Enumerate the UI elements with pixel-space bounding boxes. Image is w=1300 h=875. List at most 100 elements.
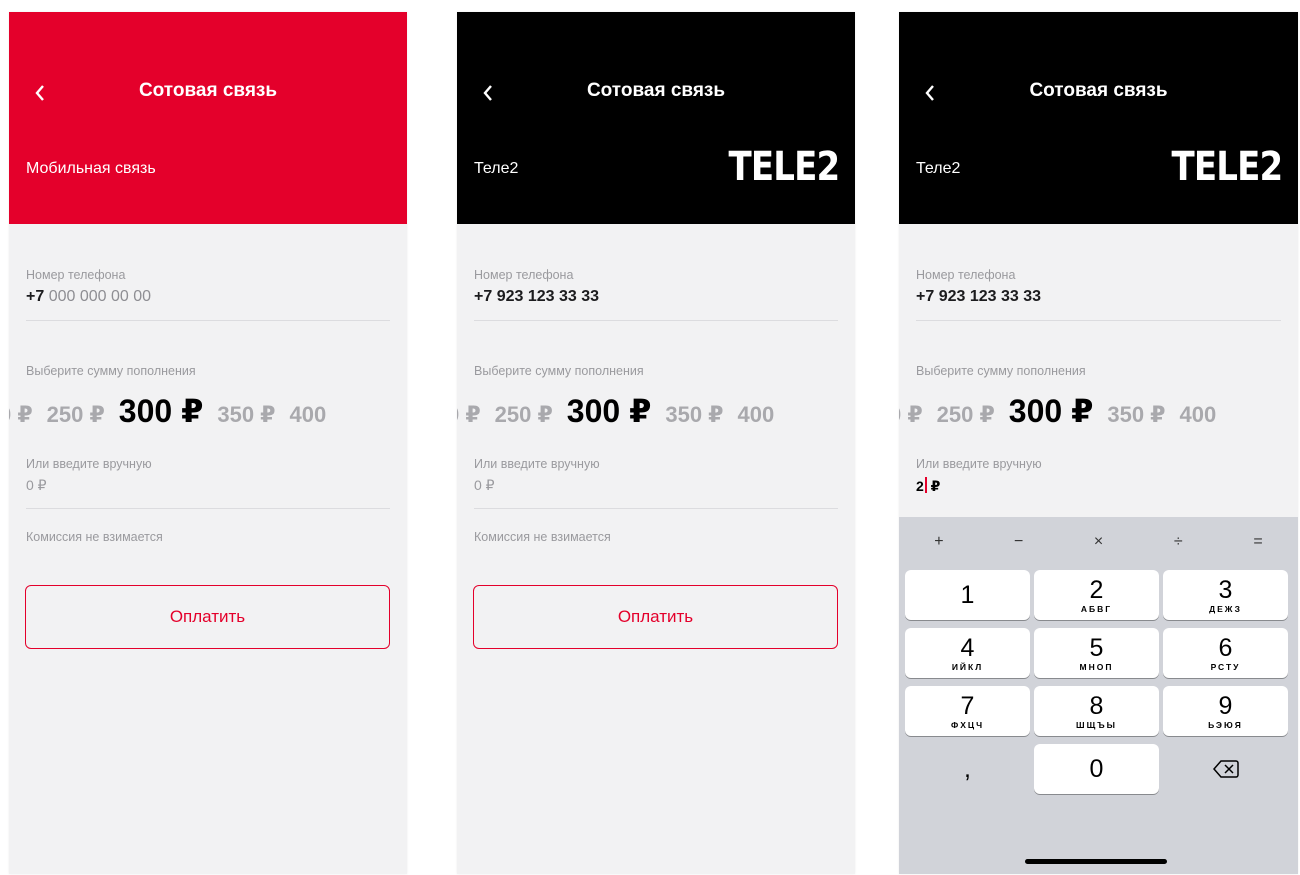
key-digit: 1 — [960, 580, 975, 609]
phone-code: +7 — [26, 288, 45, 305]
operator-name: Теле2 — [916, 160, 961, 177]
pay-button[interactable]: Оплатить — [473, 585, 838, 649]
divider — [26, 320, 390, 321]
manual-amount-input[interactable]: 0 ₽ — [474, 477, 495, 494]
manual-digit: 2 — [916, 478, 924, 494]
amount-option-selected[interactable]: 300 ₽ — [1009, 392, 1094, 430]
phone-placeholder: 000 000 00 00 — [44, 288, 152, 305]
home-indicator — [1025, 859, 1167, 864]
amount-option-selected[interactable]: 300 ₽ — [567, 392, 652, 430]
equals-key[interactable]: = — [1238, 533, 1278, 551]
amount-option[interactable]: 250 ₽ — [47, 402, 105, 428]
amount-option[interactable]: 0 ₽ — [457, 402, 481, 428]
key-0[interactable]: 0 — [1034, 744, 1159, 794]
manual-amount-input[interactable]: 0 ₽ — [26, 477, 47, 494]
phone-label: Номер телефона — [26, 268, 126, 282]
phone-label: Номер телефона — [916, 268, 1016, 282]
amount-option[interactable]: 250 ₽ — [937, 402, 995, 428]
divider — [474, 508, 838, 509]
amount-carousel[interactable]: 0 ₽ 250 ₽ 300 ₽ 350 ₽ 400 — [457, 392, 788, 430]
key-digit: , — [964, 755, 971, 783]
plus-key[interactable]: + — [919, 533, 959, 551]
key-7[interactable]: 7 ФХЦЧ — [905, 686, 1030, 736]
amount-label: Выберите сумму пополнения — [916, 364, 1086, 378]
key-letters: ИЙКЛ — [951, 661, 984, 672]
amount-carousel[interactable]: 0 ₽ 250 ₽ 300 ₽ 350 ₽ 400 — [899, 392, 1230, 430]
phone-input[interactable]: +7 923 123 33 33 — [474, 288, 599, 306]
amount-label: Выберите сумму пополнения — [474, 364, 644, 378]
page-title: Сотовая связь — [586, 80, 726, 101]
screen-tele2-keyboard: Сотовая связь Теле2 TELE2 Номер телефона… — [899, 12, 1298, 874]
key-9[interactable]: 9 ЬЭЮЯ — [1163, 686, 1288, 736]
key-3[interactable]: 3 ДЕЖЗ — [1163, 570, 1288, 620]
manual-label: Или введите вручную — [26, 457, 152, 471]
backspace-key[interactable] — [1163, 744, 1288, 794]
key-digit: 3 — [1218, 575, 1233, 604]
key-1[interactable]: 1 — [905, 570, 1030, 620]
divider — [26, 508, 390, 509]
key-digit: 2 — [1089, 575, 1104, 604]
key-5[interactable]: 5 МНОП — [1034, 628, 1159, 678]
screen-mobile: Сотовая связь Мобильная связь Номер теле… — [9, 12, 407, 874]
pay-button[interactable]: Оплатить — [25, 585, 390, 649]
key-digit: 4 — [960, 633, 975, 662]
key-letters: МНОП — [1079, 661, 1114, 672]
amount-carousel[interactable]: 0 ₽ 250 ₽ 300 ₽ 350 ₽ 400 — [9, 392, 340, 430]
manual-currency: ₽ — [926, 478, 941, 494]
amount-option[interactable]: 400 — [1179, 402, 1216, 428]
header: Сотовая связь Теле2 TELE2 — [457, 12, 855, 224]
tele2-logo: TELE2 — [1171, 144, 1283, 190]
key-letters: РСТУ — [1210, 661, 1241, 672]
numeric-keyboard: + − × ÷ = 1 2 АБВГ 3 ДЕЖЗ 4 ИЙКЛ 5 МНОП 6 РСТ… — [899, 517, 1298, 874]
commission-note: Комиссия не взимается — [474, 530, 611, 544]
minus-key[interactable]: − — [999, 533, 1039, 551]
key-digit: 8 — [1089, 691, 1104, 720]
key-digit: 6 — [1218, 633, 1233, 662]
key-letters: ДЕЖЗ — [1209, 603, 1242, 614]
key-letters: ШЩЪЫ — [1076, 719, 1117, 730]
divider — [474, 320, 838, 321]
phone-input[interactable]: +7 923 123 33 33 — [916, 288, 1041, 306]
key-letters: ЬЭЮЯ — [1208, 719, 1243, 730]
key-letters: АБВГ — [1080, 603, 1113, 614]
screen-tele2: Сотовая связь Теле2 TELE2 Номер телефона… — [457, 12, 855, 874]
manual-amount-input[interactable]: 2 ₽ — [916, 477, 940, 495]
divider — [916, 320, 1281, 321]
key-6[interactable]: 6 РСТУ — [1163, 628, 1288, 678]
key-digit: 7 — [960, 691, 975, 720]
page-title: Сотовая связь — [138, 80, 278, 101]
divide-key[interactable]: ÷ — [1158, 533, 1198, 551]
header: Сотовая связь Мобильная связь — [9, 12, 407, 224]
key-digit: 9 — [1218, 691, 1233, 720]
amount-option[interactable]: 350 ₽ — [665, 402, 723, 428]
operator-name: Мобильная связь — [26, 160, 156, 177]
multiply-key[interactable]: × — [1078, 533, 1118, 551]
phone-input[interactable]: +7 000 000 00 00 — [26, 288, 151, 306]
operator-row: + − × ÷ = — [899, 517, 1298, 567]
header: Сотовая связь Теле2 TELE2 — [899, 12, 1298, 224]
key-4[interactable]: 4 ИЙКЛ — [905, 628, 1030, 678]
amount-option[interactable]: 400 — [737, 402, 774, 428]
key-digit: 0 — [1089, 755, 1104, 783]
key-comma[interactable]: , — [905, 744, 1030, 794]
amount-option[interactable]: 400 — [289, 402, 326, 428]
manual-label: Или введите вручную — [916, 457, 1042, 471]
amount-label: Выберите сумму пополнения — [26, 364, 196, 378]
amount-option[interactable]: 350 ₽ — [1107, 402, 1165, 428]
operator-name: Теле2 — [474, 160, 519, 177]
amount-option[interactable]: 0 ₽ — [899, 402, 923, 428]
phone-label: Номер телефона — [474, 268, 574, 282]
amount-option[interactable]: 350 ₽ — [217, 402, 275, 428]
amount-option[interactable]: 0 ₽ — [9, 402, 33, 428]
page-title: Сотовая связь — [1029, 80, 1168, 101]
key-digit: 5 — [1089, 633, 1104, 662]
commission-note: Комиссия не взимается — [26, 530, 163, 544]
amount-option-selected[interactable]: 300 ₽ — [119, 392, 204, 430]
manual-label: Или введите вручную — [474, 457, 600, 471]
tele2-logo: TELE2 — [728, 144, 840, 190]
key-letters: ФХЦЧ — [950, 719, 985, 730]
amount-option[interactable]: 250 ₽ — [495, 402, 553, 428]
key-8[interactable]: 8 ШЩЪЫ — [1034, 686, 1159, 736]
key-2[interactable]: 2 АБВГ — [1034, 570, 1159, 620]
backspace-icon — [1212, 760, 1239, 778]
